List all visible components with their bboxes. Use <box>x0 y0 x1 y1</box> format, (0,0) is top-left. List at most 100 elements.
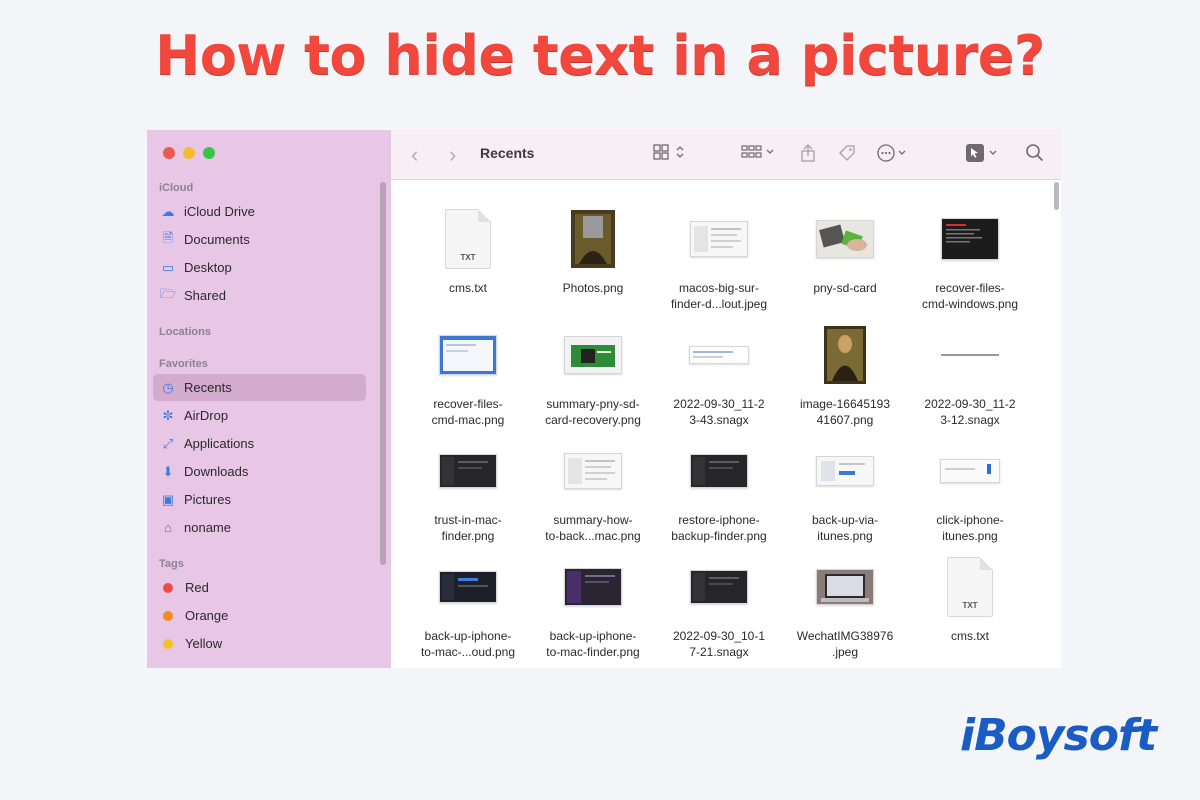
file-thumbnail <box>659 552 779 622</box>
sidebar-item-pictures[interactable]: ▣ Pictures <box>153 486 366 513</box>
file-item[interactable]: recover-files-cmd-mac.png <box>408 320 528 428</box>
sidebar-item-recents[interactable]: ◷ Recents <box>153 374 366 401</box>
sidebar-item-yellow[interactable]: Yellow <box>153 630 366 657</box>
search-button[interactable] <box>1025 143 1045 167</box>
file-name-line-1: click-iphone- <box>936 513 1004 527</box>
sidebar-item-red[interactable]: Red <box>153 574 366 601</box>
file-item[interactable]: restore-iphone-backup-finder.png <box>659 436 779 544</box>
file-item[interactable]: summary-pny-sd-card-recovery.png <box>533 320 653 428</box>
file-name-line-1: restore-iphone- <box>678 513 760 527</box>
file-item[interactable]: summary-how-to-back...mac.png <box>533 436 653 544</box>
share-icon <box>801 144 815 162</box>
close-button[interactable] <box>163 147 175 159</box>
file-thumbnail <box>910 320 1030 390</box>
file-thumbnail <box>659 204 779 274</box>
sidebar-item-documents[interactable]: 🗎 Documents <box>153 226 366 253</box>
sidebar-item-downloads[interactable]: ⬇ Downloads <box>153 458 366 485</box>
file-name: 2022-09-30_11-2 3-43.snagx <box>659 396 779 428</box>
more-icon <box>877 144 906 162</box>
file-item[interactable]: back-up-via-itunes.png <box>785 436 905 544</box>
file-thumbnail <box>659 320 779 390</box>
file-item[interactable]: trust-in-mac-finder.png <box>408 436 528 544</box>
file-name: back-up-via-itunes.png <box>785 512 905 544</box>
text-file-icon: TXT <box>445 209 491 269</box>
file-name-line-2: to-mac-...oud.png <box>420 645 516 659</box>
file-thumbnail: TXT <box>408 204 528 274</box>
file-item[interactable]: 2022-09-30_11-2 3-43.snagx <box>659 320 779 428</box>
file-name-line-1: back-up-via- <box>811 513 879 527</box>
sidebar-item-label: Downloads <box>184 464 249 479</box>
file-name-line-1: recover-files- <box>433 397 503 411</box>
icon-view-button[interactable] <box>653 143 689 165</box>
file-name-line-2: to-mac-finder.png <box>546 645 640 659</box>
share-button[interactable] <box>799 143 817 167</box>
sidebar-item-label: Recents <box>184 380 232 395</box>
file-name-line-1: image-16645193 <box>799 397 891 411</box>
sidebar: iCloud ☁ iCloud Drive 🗎 Documents ▭ Desktop 🗁 S… <box>147 130 391 668</box>
pointer-square-icon <box>966 144 997 162</box>
file-thumbnail <box>659 436 779 506</box>
file-item[interactable]: image-16645193 41607.png <box>785 320 905 428</box>
section-favorites: Favorites <box>159 358 208 370</box>
sidebar-item-desktop[interactable]: ▭ Desktop <box>153 254 366 281</box>
file-thumbnail <box>533 436 653 506</box>
file-item[interactable]: TXT cms.txt <box>408 204 528 296</box>
file-item[interactable]: Photos.png <box>533 204 653 296</box>
content-scrollbar[interactable] <box>1054 182 1059 210</box>
file-name: recover-files-cmd-windows.png <box>910 280 1030 312</box>
file-item[interactable]: back-up-iphone-to-mac-finder.png <box>533 552 653 660</box>
file-item[interactable]: back-up-iphone-to-mac-...oud.png <box>408 552 528 660</box>
sidebar-item-orange[interactable]: Orange <box>153 602 366 629</box>
forward-arrow-icon[interactable]: › <box>449 142 456 168</box>
file-name-line-2: finder.png <box>441 529 495 543</box>
sidebar-item-icloud-drive[interactable]: ☁ iCloud Drive <box>153 198 366 225</box>
file-thumbnail <box>910 204 1030 274</box>
file-item[interactable]: macos-big-sur-finder-d...lout.jpeg <box>659 204 779 312</box>
file-item[interactable]: WechatIMG38976 .jpeg <box>785 552 905 660</box>
file-item[interactable]: 2022-09-30_10-1 7-21.snagx <box>659 552 779 660</box>
file-name-line-2: 3-12.snagx <box>940 413 1000 427</box>
cloud-icon: ☁ <box>161 203 175 219</box>
file-item[interactable]: recover-files-cmd-windows.png <box>910 204 1030 312</box>
file-thumbnail <box>533 552 653 622</box>
tag-button[interactable] <box>837 143 857 167</box>
file-name-line-1: 2022-09-30_11-2 <box>673 397 765 411</box>
file-name-line-2: 3-43.snagx <box>689 413 749 427</box>
finder-window: iCloud ☁ iCloud Drive 🗎 Documents ▭ Desktop 🗁 S… <box>147 130 1061 668</box>
sidebar-item-applications[interactable]: ⤢ Applications <box>153 430 366 457</box>
file-name-line-1: back-up-iphone- <box>549 629 637 643</box>
zoom-button[interactable] <box>203 147 215 159</box>
sidebar-item-shared[interactable]: 🗁 Shared <box>153 282 366 309</box>
file-name-line-1: trust-in-mac- <box>434 513 502 527</box>
file-name-line-2: itunes.png <box>942 529 998 543</box>
file-name-line-1: 2022-09-30_11-2 <box>924 397 1016 411</box>
file-thumbnail <box>408 552 528 622</box>
file-thumbnail: TXT <box>910 552 1030 622</box>
file-thumbnail <box>910 436 1030 506</box>
screenshot-thumbnail <box>439 454 497 488</box>
tag-dot-icon <box>163 582 173 593</box>
sidebar-scrollbar[interactable] <box>380 182 386 565</box>
section-locations: Locations <box>159 326 211 338</box>
file-grid: TXT cms.txt Photos.png macos-big-sur-finder… <box>391 180 1061 668</box>
file-item[interactable]: pny-sd-card <box>785 204 905 296</box>
file-name-line-1: cms.txt <box>951 629 989 643</box>
sidebar-item-airdrop[interactable]: ✼ AirDrop <box>153 402 366 429</box>
file-name: click-iphone-itunes.png <box>910 512 1030 544</box>
minimize-button[interactable] <box>183 147 195 159</box>
file-item[interactable]: TXT cms.txt <box>910 552 1030 644</box>
file-item[interactable]: click-iphone-itunes.png <box>910 436 1030 544</box>
file-item[interactable]: 2022-09-30_11-2 3-12.snagx <box>910 320 1030 428</box>
file-name-line-1: pny-sd-card <box>813 281 877 295</box>
file-name-line-1: summary-pny-sd- <box>546 397 640 411</box>
screenshot-thumbnail <box>941 354 999 356</box>
file-thumbnail <box>408 320 528 390</box>
action-button[interactable] <box>877 143 913 167</box>
headline: How to hide text in a picture? <box>155 24 1045 87</box>
tag-dot-icon <box>163 638 173 649</box>
group-button[interactable] <box>741 143 777 165</box>
back-arrow-icon[interactable]: ‹ <box>411 142 418 168</box>
sidebar-item-noname[interactable]: ⌂ noname <box>153 514 366 541</box>
file-name-line-2: to-back...mac.png <box>545 529 641 543</box>
quick-action-button[interactable] <box>965 143 1001 167</box>
